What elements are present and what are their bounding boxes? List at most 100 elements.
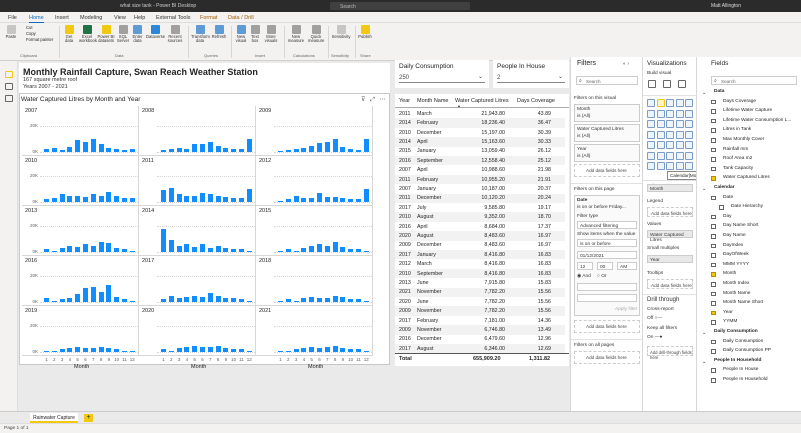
chart-bar[interactable] <box>340 198 346 202</box>
small-multiple-cell[interactable]: 2010 20K 0K <box>22 156 139 206</box>
field-item[interactable]: Month Name <box>723 291 750 296</box>
and-radio[interactable]: ◉ And <box>577 274 591 279</box>
chart-bar[interactable] <box>90 194 96 202</box>
chart-bar[interactable] <box>90 138 96 152</box>
field-item[interactable]: Rainfall mm <box>723 147 748 152</box>
chart-bar[interactable] <box>114 195 120 202</box>
data-table[interactable]: Year Month Name Water Captured Litres Da… <box>395 94 569 366</box>
table-row[interactable]: 2011 December 10,120.20 20.24 <box>395 193 565 203</box>
chart-bar[interactable] <box>184 148 190 152</box>
second-condition-dropdown[interactable] <box>577 283 637 291</box>
chart-bar[interactable] <box>75 140 81 152</box>
chart-bar[interactable] <box>59 194 65 202</box>
chart-bar[interactable] <box>59 150 65 152</box>
chart-bar[interactable] <box>129 300 135 302</box>
chart-bar[interactable] <box>356 299 361 302</box>
field-checkbox[interactable] <box>711 262 716 268</box>
chart-bar[interactable] <box>98 291 104 302</box>
menu-view[interactable]: View <box>114 15 126 21</box>
chart-bar[interactable] <box>309 346 315 352</box>
visual-type-icon[interactable] <box>666 141 674 149</box>
chart-bar[interactable] <box>129 149 135 152</box>
field-item[interactable]: YYMM <box>723 319 737 324</box>
field-item[interactable]: Max Monthly Cover <box>723 137 764 142</box>
new-visual-button[interactable]: New visual <box>234 25 248 44</box>
table-row[interactable]: 2010 December 15,197.00 30.39 <box>395 128 565 137</box>
field-checkbox[interactable] <box>711 301 716 306</box>
table-row[interactable]: 2007 April 10,988.60 21.98 <box>395 165 565 174</box>
chart-bar[interactable] <box>340 146 346 152</box>
chart-bar[interactable] <box>317 143 322 152</box>
table-row[interactable]: 2011 March 21,943.80 43.89 <box>395 109 565 118</box>
chart-bar[interactable] <box>231 349 237 352</box>
chart-bar[interactable] <box>340 348 346 352</box>
chart-bar[interactable] <box>278 350 283 352</box>
chart-bar[interactable] <box>356 349 361 352</box>
chart-bar[interactable] <box>293 195 299 202</box>
refresh-button[interactable]: Refresh <box>211 25 227 39</box>
small-multiple-cell[interactable]: 2015 <box>256 206 373 256</box>
chart-bar[interactable] <box>129 350 135 352</box>
table-row[interactable]: 2012 March 8,416.80 16.83 <box>395 259 565 268</box>
format-tab-icon[interactable] <box>663 80 671 88</box>
chart-bar[interactable] <box>161 349 166 352</box>
table-row[interactable]: 2009 November 7,782.20 15.56 <box>395 306 565 316</box>
field-item[interactable]: Lifetime Water Consumption L... <box>723 118 791 123</box>
visual-type-icon[interactable] <box>656 99 665 107</box>
field-item[interactable]: DayOfWeek <box>723 252 749 257</box>
chart-bar[interactable] <box>168 187 174 202</box>
field-table[interactable]: Daily Consumption <box>714 329 758 334</box>
chart-bar[interactable] <box>184 244 190 252</box>
dataverse-button[interactable]: Dataverse <box>146 25 165 39</box>
chart-bar[interactable] <box>200 296 205 302</box>
small-multiple-cell[interactable]: 2016 20K 0K <box>22 256 139 306</box>
visual-type-icon[interactable] <box>666 99 674 107</box>
chart-bar[interactable] <box>176 348 182 352</box>
sensitivity-button[interactable]: Sensitivity <box>331 25 351 39</box>
chart-bar[interactable] <box>122 350 127 352</box>
chart-bar[interactable] <box>161 150 166 152</box>
table-row[interactable]: 2015 January 13,059.40 26.12 <box>395 147 565 156</box>
chart-bar[interactable] <box>223 148 229 152</box>
table-row[interactable]: 2016 April 8,684.00 17.37 <box>395 222 565 231</box>
chart-bar[interactable] <box>309 145 315 152</box>
collapse-icons[interactable]: ◐ › <box>623 61 629 67</box>
chart-bar[interactable] <box>293 300 299 302</box>
field-checkbox[interactable] <box>711 99 716 105</box>
chart-bar[interactable] <box>122 198 127 202</box>
table-row[interactable]: 2017 July 9,585.80 19.17 <box>395 203 565 212</box>
field-item[interactable]: DayIndex <box>723 243 743 248</box>
chart-bar[interactable] <box>324 346 330 352</box>
visual-type-icon[interactable] <box>656 109 665 118</box>
chart-bar[interactable] <box>200 346 205 352</box>
visual-type-icon[interactable] <box>675 130 684 139</box>
visual-type-icon[interactable] <box>675 99 684 107</box>
chart-bar[interactable] <box>114 349 120 352</box>
field-item[interactable]: Month Name Short <box>723 300 763 305</box>
chart-bar[interactable] <box>161 228 166 252</box>
analytics-tab-icon[interactable] <box>678 80 686 88</box>
field-table[interactable]: Calendar <box>714 185 735 190</box>
chevron-down-icon[interactable]: ⌄ <box>478 73 483 80</box>
visual-type-icon[interactable] <box>656 130 665 139</box>
small-multiple-cell[interactable]: 2019 20K 0K <box>22 306 139 356</box>
chart-bar[interactable] <box>293 149 299 152</box>
chart-bar[interactable] <box>161 190 166 202</box>
field-checkbox[interactable] <box>711 282 716 287</box>
filter-type-dropdown[interactable]: Advanced filtering <box>577 221 637 229</box>
visual-type-icon[interactable] <box>685 151 693 160</box>
fields-tab-icon[interactable] <box>648 80 656 88</box>
filter-card-date[interactable]: Date is on or before Friday... Filter ty… <box>574 195 640 316</box>
small-multiple-cell[interactable]: 2013 20K 0K <box>22 206 139 256</box>
add-fields-all[interactable]: Add data fields here <box>574 351 640 364</box>
field-checkbox[interactable] <box>711 339 716 345</box>
focus-mode-icon[interactable]: ⤢ <box>370 97 375 103</box>
field-checkbox[interactable] <box>711 214 716 220</box>
transform-data-button[interactable]: Transform data <box>191 25 210 44</box>
chart-bar[interactable] <box>90 245 96 252</box>
chart-bar[interactable] <box>168 149 174 152</box>
field-checkbox[interactable] <box>711 253 716 258</box>
hour-input[interactable]: 12 <box>577 262 593 270</box>
visual-type-icon[interactable] <box>647 162 655 170</box>
table-row[interactable]: 2017 February 7,181.00 14.36 <box>395 316 565 325</box>
